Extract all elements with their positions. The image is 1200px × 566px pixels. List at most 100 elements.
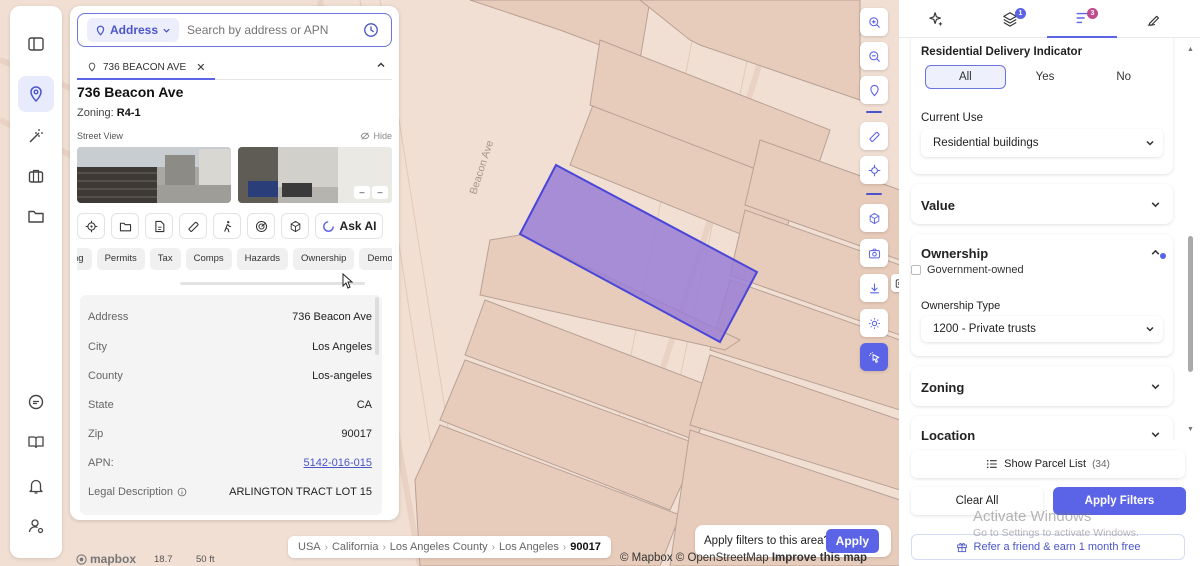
ask-ai-button[interactable]: Ask AI bbox=[315, 213, 383, 239]
apply-area-button[interactable]: Apply bbox=[825, 529, 879, 553]
option-all[interactable]: All bbox=[925, 65, 1006, 89]
apply-filters-button[interactable]: Apply Filters bbox=[1053, 487, 1186, 515]
show-parcel-list-label: Show Parcel List bbox=[1004, 458, 1087, 470]
property-panel: Address 736 BEACON AVE ✕ 736 Beacon Ave … bbox=[70, 6, 399, 520]
walk-button[interactable] bbox=[213, 213, 241, 239]
zoning-section[interactable]: Zoning bbox=[911, 366, 1173, 406]
government-owned-checkbox[interactable]: Government-owned bbox=[911, 264, 1024, 276]
chip-tax[interactable]: Tax bbox=[149, 248, 181, 270]
zoom-in-button[interactable] bbox=[860, 8, 888, 36]
3d-view-button[interactable] bbox=[281, 213, 309, 239]
scroll-thumb[interactable] bbox=[1188, 236, 1193, 372]
map-pin-button[interactable] bbox=[18, 76, 54, 112]
clear-all-button[interactable]: Clear All bbox=[911, 487, 1043, 515]
breadcrumb-item[interactable]: California bbox=[332, 541, 378, 553]
measure-map-button[interactable] bbox=[860, 122, 888, 150]
map-pin-icon bbox=[96, 25, 105, 36]
filters-scrollbar[interactable]: ▲ ▼ bbox=[1187, 46, 1194, 433]
search-mode-select[interactable]: Address bbox=[87, 18, 180, 42]
measure-button[interactable] bbox=[179, 213, 207, 239]
mouse-cursor-icon bbox=[342, 273, 354, 289]
draw-icon bbox=[1147, 15, 1160, 26]
detail-row: County Los-angeles bbox=[80, 361, 382, 390]
bell-button[interactable] bbox=[18, 468, 54, 504]
3d-map-button[interactable] bbox=[860, 204, 888, 232]
chip-demo[interactable]: Demo bbox=[359, 248, 392, 270]
report-button[interactable] bbox=[145, 213, 173, 239]
chip-permits[interactable]: Permits bbox=[96, 248, 145, 270]
sidebar-toggle-button[interactable] bbox=[18, 26, 54, 62]
value-title: Value bbox=[921, 198, 955, 213]
left-rail bbox=[10, 6, 62, 558]
improve-map-link[interactable]: Improve this map bbox=[772, 552, 867, 564]
search-input[interactable] bbox=[187, 23, 358, 37]
download-button[interactable] bbox=[860, 274, 888, 302]
walk-icon bbox=[223, 220, 231, 232]
street-view-image-2[interactable]: – – bbox=[238, 147, 392, 203]
detail-key: APN: bbox=[88, 456, 114, 469]
target-button[interactable] bbox=[77, 213, 105, 239]
value-section[interactable]: Value bbox=[911, 184, 1173, 224]
hide-street-view-button[interactable]: Hide bbox=[360, 131, 392, 141]
tab-layers[interactable]: 1 bbox=[975, 0, 1045, 38]
eye-off-icon bbox=[361, 132, 370, 140]
screenshot-button[interactable] bbox=[860, 239, 888, 267]
attribution-text[interactable]: © Mapbox © OpenStreetMap bbox=[620, 552, 769, 564]
history-icon[interactable] bbox=[363, 22, 379, 38]
tab-draw[interactable] bbox=[1119, 0, 1189, 38]
tab-ai[interactable] bbox=[901, 0, 971, 38]
details-scrollbar[interactable] bbox=[375, 297, 379, 355]
folder-button[interactable] bbox=[18, 198, 54, 234]
select-parcel-button[interactable] bbox=[860, 343, 888, 371]
breadcrumb-item[interactable]: USA bbox=[298, 541, 321, 553]
compass-button[interactable] bbox=[860, 156, 888, 184]
chat-button[interactable] bbox=[18, 384, 54, 420]
save-folder-button[interactable] bbox=[111, 213, 139, 239]
detail-key: State bbox=[88, 398, 114, 411]
option-no[interactable]: No bbox=[1084, 65, 1163, 89]
briefcase-button[interactable] bbox=[18, 158, 54, 194]
mapbox-logo[interactable]: mapbox bbox=[76, 552, 136, 566]
referral-button[interactable]: Refer a friend & earn 1 month free bbox=[911, 534, 1185, 560]
ownership-type-title: Ownership Type bbox=[921, 300, 1001, 312]
breadcrumb-item[interactable]: Los Angeles bbox=[499, 541, 559, 553]
scroll-down-icon[interactable]: ▼ bbox=[1187, 426, 1194, 433]
light-mode-button[interactable] bbox=[860, 309, 888, 337]
chip-hazards[interactable]: Hazards bbox=[236, 248, 289, 270]
chip[interactable]: ng bbox=[77, 248, 92, 270]
info-icon[interactable] bbox=[177, 487, 187, 497]
tab-filters[interactable]: 3 bbox=[1047, 0, 1117, 38]
chips-scrollbar[interactable] bbox=[180, 282, 365, 285]
user-settings-button[interactable] bbox=[18, 508, 54, 544]
tab-property[interactable]: 736 BEACON AVE ✕ bbox=[77, 56, 216, 80]
residential-use-card: Residential Delivery Indicator All Yes N… bbox=[911, 38, 1173, 174]
apn-link[interactable]: 5142-016-015 bbox=[303, 457, 372, 469]
scroll-up-icon[interactable]: ▲ bbox=[1187, 46, 1194, 53]
camera-icon bbox=[868, 248, 880, 258]
chip-comps[interactable]: Comps bbox=[185, 248, 232, 270]
breadcrumb-item[interactable]: Los Angeles County bbox=[390, 541, 488, 553]
prev-image-button[interactable]: – bbox=[354, 186, 370, 199]
street-view-image-1[interactable] bbox=[77, 147, 231, 203]
show-parcel-list-button[interactable]: Show Parcel List (34) bbox=[911, 450, 1185, 478]
zoom-out-button[interactable] bbox=[860, 42, 888, 70]
book-button[interactable] bbox=[18, 424, 54, 460]
next-image-button[interactable]: – bbox=[372, 186, 388, 199]
ownership-title[interactable]: Ownership bbox=[921, 246, 988, 261]
zoom-level: 18.7 bbox=[154, 554, 173, 565]
property-details-table: Address 736 Beacon Ave City Los Angeles Co… bbox=[80, 295, 382, 515]
locate-button[interactable] bbox=[860, 76, 888, 104]
radar-button[interactable] bbox=[247, 213, 275, 239]
checkbox-box[interactable] bbox=[911, 265, 921, 275]
chevron-up-icon[interactable] bbox=[376, 60, 386, 70]
chip-ownership[interactable]: Ownership bbox=[293, 248, 355, 270]
layers-badge: 1 bbox=[1015, 8, 1026, 19]
magic-wand-button[interactable] bbox=[18, 118, 54, 154]
location-section[interactable]: Location bbox=[911, 416, 1173, 440]
current-use-select[interactable]: Residential buildings bbox=[921, 129, 1163, 157]
ruler-icon bbox=[187, 221, 199, 232]
close-tab-icon[interactable]: ✕ bbox=[196, 61, 205, 74]
book-icon bbox=[28, 436, 44, 449]
option-yes[interactable]: Yes bbox=[1006, 65, 1085, 89]
ownership-type-select[interactable]: 1200 - Private trusts bbox=[921, 316, 1163, 342]
